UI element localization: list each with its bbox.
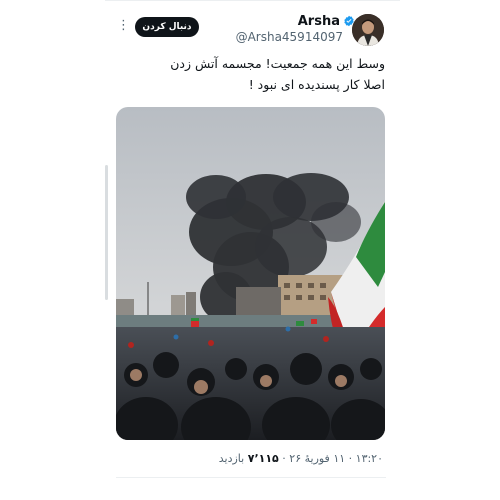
follow-button[interactable]: دنبال کردن: [135, 17, 199, 37]
avatar[interactable]: [352, 14, 384, 46]
display-name[interactable]: Arsha: [298, 14, 340, 29]
top-divider: [105, 0, 400, 1]
more-options-icon[interactable]: ⋮: [117, 17, 130, 35]
bottom-divider: [116, 477, 386, 478]
verified-badge-icon: [344, 15, 354, 27]
view-count: ۷٬۱۱۵: [247, 452, 279, 465]
tweet-meta: ۱۳:۲۰ · ۱۱ فوریهٔ ۲۶ · ۷٬۱۱۵ بازدید: [219, 452, 383, 465]
tweet-media-image[interactable]: [116, 107, 385, 440]
meta-separator: ·: [278, 452, 286, 465]
user-handle[interactable]: @Arsha45914097: [236, 30, 343, 44]
views-label: بازدید: [218, 452, 245, 465]
tweet-timestamp[interactable]: ۱۳:۲۰ · ۱۱ فوریهٔ ۲۶: [289, 452, 383, 465]
tweet-text-line-2: اصلا کار پسندیده ای نبود !: [248, 77, 385, 92]
tweet-text: وسط این همه جمعیت! مجسمه آتش زدن اصلا کا…: [160, 53, 385, 95]
tweet-text-line-1: وسط این همه جمعیت! مجسمه آتش زدن: [170, 56, 385, 71]
scrollbar[interactable]: [105, 165, 108, 300]
